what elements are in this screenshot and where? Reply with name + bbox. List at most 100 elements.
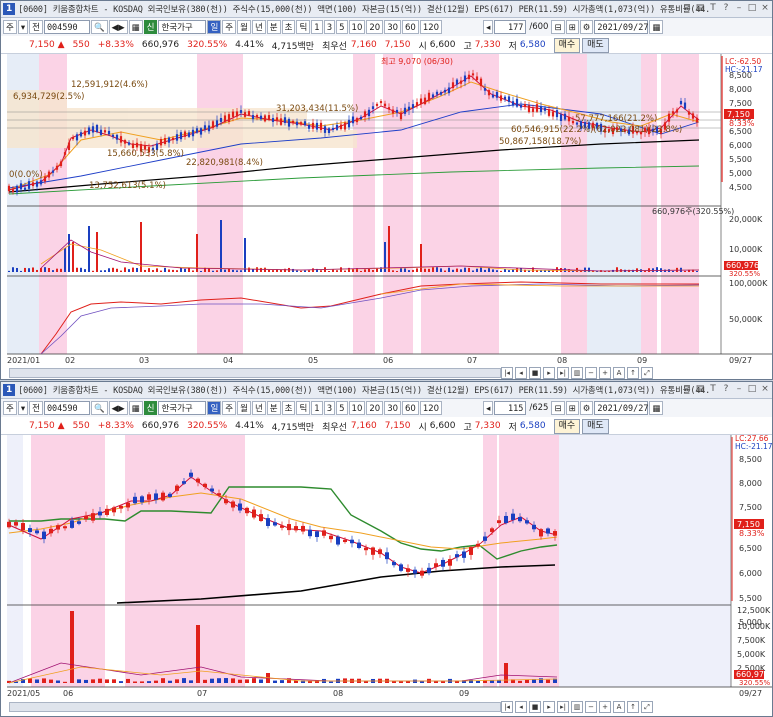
up-icon[interactable]: ↑: [627, 367, 639, 379]
minus-icon[interactable]: −: [585, 701, 597, 713]
interval-60[interactable]: 60: [402, 401, 419, 415]
date-input[interactable]: 2021/09/27: [594, 20, 649, 34]
market-select[interactable]: 전: [29, 20, 43, 34]
chevron-down-icon[interactable]: ▾: [17, 401, 29, 415]
zoom-in-icon[interactable]: ⊞: [565, 20, 579, 34]
grid-icon[interactable]: ▤: [695, 2, 705, 14]
interval-120[interactable]: 120: [419, 401, 443, 415]
help-icon[interactable]: ?: [721, 383, 731, 395]
tab-minute[interactable]: 분: [266, 20, 281, 34]
stop-icon[interactable]: ■: [529, 701, 541, 713]
date-input[interactable]: 2021/09/27: [594, 401, 649, 415]
bottom-chart-area[interactable]: LC:27.66 HC:-21.17 8,500 8,000 7,500 7,1…: [1, 435, 772, 705]
top-chart-area[interactable]: 최고 9,070 (06/30) 12,591,912(4.6%) 6,934,…: [1, 54, 772, 366]
minimize-icon[interactable]: –: [734, 383, 744, 395]
buy-button[interactable]: 매수: [553, 418, 581, 434]
tab-weekly[interactable]: 주: [222, 20, 237, 34]
zoom-in-icon[interactable]: ⊞: [565, 401, 579, 415]
stock-name-field[interactable]: 한국가구: [158, 401, 207, 415]
expand-icon[interactable]: ⤢: [641, 701, 653, 713]
calendar-icon[interactable]: ▦: [649, 401, 664, 415]
prev-next-icon[interactable]: ◀▶: [108, 401, 128, 415]
help-icon[interactable]: ?: [721, 2, 731, 14]
minus-icon[interactable]: −: [585, 367, 597, 379]
plus-icon[interactable]: +: [599, 701, 611, 713]
tab-minute[interactable]: 분: [266, 401, 281, 415]
clip-icon[interactable]: ▦: [128, 20, 143, 34]
interval-5[interactable]: 5: [336, 20, 348, 34]
calendar-icon[interactable]: ▦: [649, 20, 664, 34]
next-icon[interactable]: ▸: [543, 367, 555, 379]
up-icon[interactable]: ↑: [627, 701, 639, 713]
tab-tick[interactable]: 틱: [296, 401, 311, 415]
clip-icon[interactable]: ▦: [128, 401, 143, 415]
prev-icon[interactable]: ◂: [515, 367, 527, 379]
link-icon[interactable]: ⊡: [682, 2, 692, 14]
interval-20[interactable]: 20: [366, 20, 384, 34]
scroll-left-icon[interactable]: ◂: [483, 401, 494, 415]
interval-60[interactable]: 60: [402, 20, 419, 34]
text-icon[interactable]: T: [708, 383, 718, 395]
settings-icon[interactable]: ⚙: [579, 20, 594, 34]
maximize-icon[interactable]: □: [747, 2, 757, 14]
prev-icon[interactable]: ◂: [515, 701, 527, 713]
auto-icon[interactable]: A: [613, 701, 625, 713]
grid-icon[interactable]: ▤: [695, 383, 705, 395]
next-icon[interactable]: ▸: [543, 701, 555, 713]
stock-name-field[interactable]: 한국가구: [158, 20, 207, 34]
maximize-icon[interactable]: □: [747, 383, 757, 395]
buy-button[interactable]: 매수: [553, 37, 581, 53]
interval-30[interactable]: 30: [384, 20, 402, 34]
stop-icon[interactable]: ■: [529, 367, 541, 379]
stock-code-input[interactable]: 004590: [43, 20, 90, 34]
close-icon[interactable]: ×: [760, 2, 770, 14]
sell-button[interactable]: 매도: [582, 418, 609, 434]
search-icon[interactable]: 🔍: [90, 401, 108, 415]
grid-toggle-icon[interactable]: ▥: [571, 701, 583, 713]
bar-count-input[interactable]: 115: [494, 401, 527, 415]
grid-toggle-icon[interactable]: ▥: [571, 367, 583, 379]
top-scrollbar[interactable]: [9, 368, 501, 378]
interval-30[interactable]: 30: [384, 401, 402, 415]
chevron-down-icon[interactable]: ▾: [17, 20, 29, 34]
tab-weekly[interactable]: 주: [222, 401, 237, 415]
interval-10[interactable]: 10: [348, 20, 366, 34]
interval-1[interactable]: 1: [311, 401, 323, 415]
interval-3[interactable]: 3: [323, 20, 336, 34]
tab-monthly[interactable]: 월: [237, 20, 251, 34]
expand-icon[interactable]: ⤢: [641, 367, 653, 379]
prev-next-icon[interactable]: ◀▶: [108, 20, 128, 34]
link-icon[interactable]: ⊡: [682, 383, 692, 395]
tab-monthly[interactable]: 월: [237, 401, 251, 415]
plus-icon[interactable]: +: [599, 367, 611, 379]
interval-1[interactable]: 1: [311, 20, 323, 34]
bar-count-input[interactable]: 177: [494, 20, 527, 34]
zoom-out-icon[interactable]: ⊟: [551, 20, 565, 34]
stock-code-input[interactable]: 004590: [43, 401, 90, 415]
auto-icon[interactable]: A: [613, 367, 625, 379]
tab-yearly[interactable]: 년: [251, 401, 266, 415]
interval-10[interactable]: 10: [348, 401, 366, 415]
period-select[interactable]: 주: [3, 401, 17, 415]
minimize-icon[interactable]: –: [734, 2, 744, 14]
search-icon[interactable]: 🔍: [90, 20, 108, 34]
close-icon[interactable]: ×: [760, 383, 770, 395]
scroll-left-icon[interactable]: ◂: [483, 20, 494, 34]
interval-3[interactable]: 3: [323, 401, 336, 415]
tab-yearly[interactable]: 년: [251, 20, 266, 34]
tab-second[interactable]: 초: [281, 401, 296, 415]
period-select[interactable]: 주: [3, 20, 17, 34]
last-icon[interactable]: ▸|: [557, 701, 569, 713]
tab-second[interactable]: 초: [281, 20, 296, 34]
tab-daily[interactable]: 일: [207, 401, 222, 415]
interval-5[interactable]: 5: [336, 401, 348, 415]
sell-button[interactable]: 매도: [582, 37, 609, 53]
tab-tick[interactable]: 틱: [296, 20, 311, 34]
first-icon[interactable]: |◂: [501, 367, 513, 379]
interval-20[interactable]: 20: [366, 401, 384, 415]
tab-daily[interactable]: 일: [207, 20, 222, 34]
first-icon[interactable]: |◂: [501, 701, 513, 713]
text-icon[interactable]: T: [708, 2, 718, 14]
interval-120[interactable]: 120: [419, 20, 443, 34]
market-select[interactable]: 전: [29, 401, 43, 415]
